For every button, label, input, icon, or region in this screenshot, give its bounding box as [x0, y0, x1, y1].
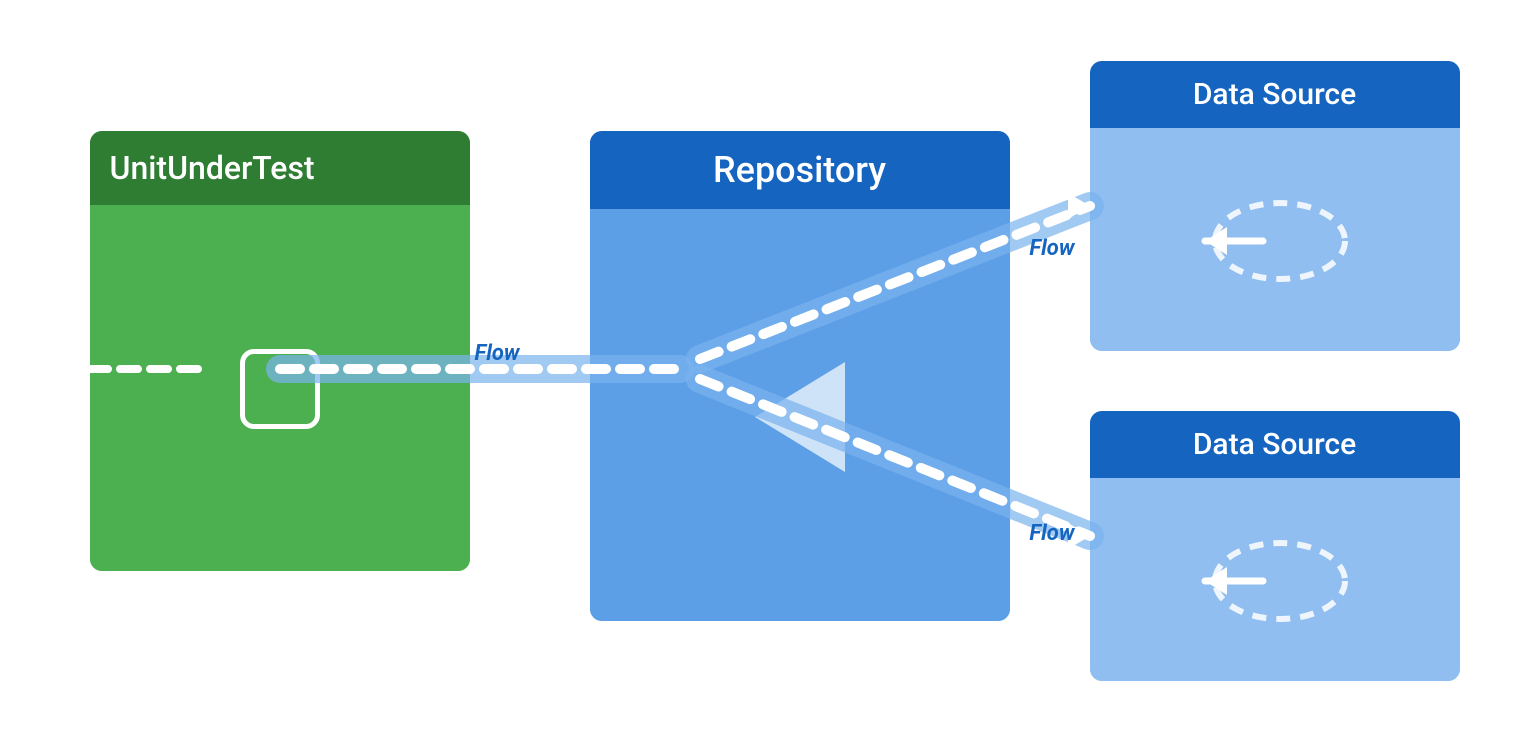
- data-source-bottom-body: [1090, 478, 1460, 681]
- triangle-icon: [755, 362, 845, 472]
- ds-bottom-arrow-icon: [1185, 516, 1365, 646]
- flow-label-top: Flow: [1029, 236, 1074, 261]
- diagram: UnitUnderTest Repository Data Source: [60, 31, 1460, 711]
- unit-under-test-header: UnitUnderTest: [90, 131, 470, 205]
- repository-title: Repository: [713, 149, 886, 191]
- unit-under-test-body: [90, 205, 470, 571]
- repository-box: Repository: [590, 131, 1010, 621]
- data-source-top-header: Data Source: [1090, 61, 1460, 128]
- flow-label-bottom-text: Flow: [1029, 521, 1074, 546]
- repository-body: [590, 209, 1010, 621]
- ds-top-arrow-icon: [1185, 176, 1365, 306]
- data-source-top-title: Data Source: [1193, 77, 1356, 112]
- data-source-bottom-box: Data Source: [1090, 411, 1460, 681]
- data-source-top-box: Data Source: [1090, 61, 1460, 351]
- data-source-bottom-header: Data Source: [1090, 411, 1460, 478]
- square-icon: [240, 349, 320, 429]
- flow-label-middle: Flow: [475, 341, 520, 366]
- data-source-top-body: [1090, 128, 1460, 351]
- unit-under-test-title: UnitUnderTest: [110, 149, 315, 187]
- data-source-bottom-title: Data Source: [1193, 427, 1356, 462]
- unit-under-test-box: UnitUnderTest: [90, 131, 470, 571]
- flow-label-top-text: Flow: [1029, 236, 1074, 261]
- repository-header: Repository: [590, 131, 1010, 209]
- flow-label-middle-text: Flow: [475, 341, 520, 366]
- flow-label-bottom: Flow: [1029, 521, 1074, 546]
